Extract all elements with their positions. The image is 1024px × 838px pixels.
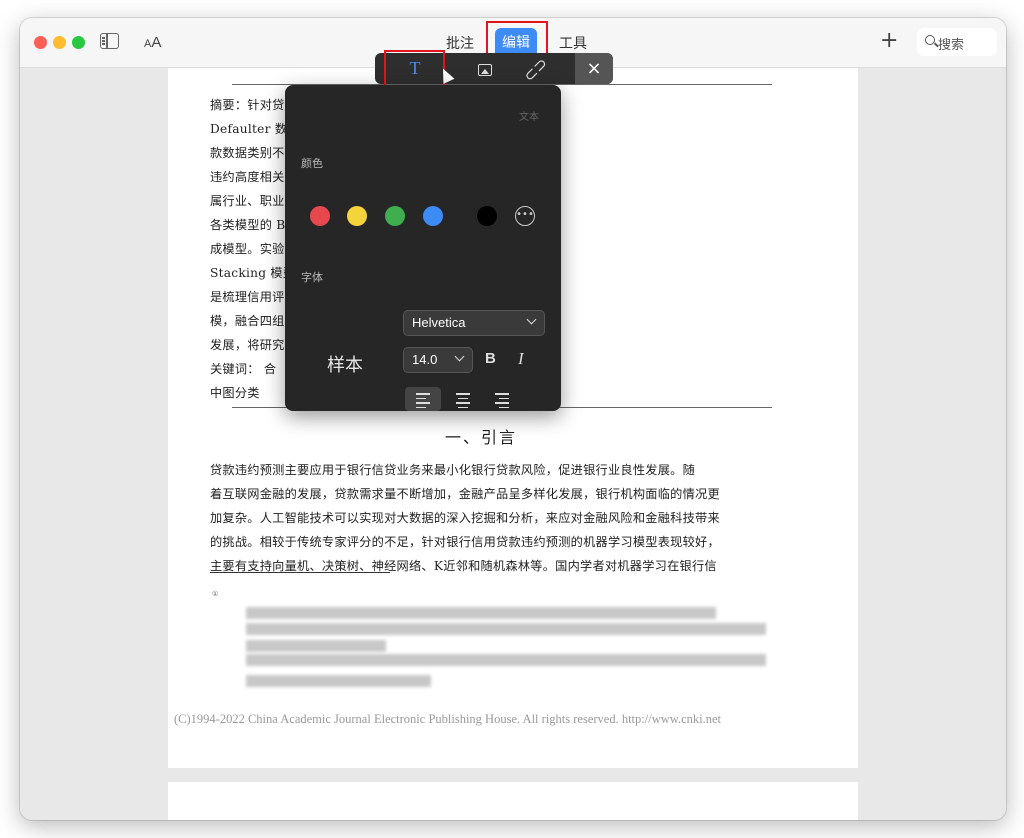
font-family-select[interactable]: Helvetica <box>403 310 545 336</box>
search-icon <box>925 35 935 45</box>
add-icon[interactable]: + <box>880 30 898 52</box>
intro-paragraph: 贷款违约预测主要应用于银行信贷业务来最小化银行贷款风险，促进银行业良性发展。随 … <box>210 460 752 580</box>
italic-button[interactable]: I <box>518 349 524 369</box>
sidebar-toggle-icon[interactable] <box>100 33 119 49</box>
close-toolbar-button[interactable]: × <box>575 53 613 84</box>
text-size-large-glyph: A <box>151 34 162 51</box>
copyright-footer: (C)1994-2022 China Academic Journal Elec… <box>174 712 722 726</box>
footnote-rule <box>210 572 390 573</box>
align-right-button[interactable] <box>484 387 520 411</box>
insert-link-button[interactable]: ⊂⊃ <box>515 53 555 85</box>
color-swatch-blue[interactable] <box>423 206 443 226</box>
align-right-icon <box>495 393 509 411</box>
font-label: 字体 <box>301 271 323 284</box>
align-center-button[interactable] <box>445 387 481 411</box>
search-input[interactable]: 搜索 <box>917 28 997 56</box>
footnote-marker: ① <box>212 590 219 598</box>
text-format-panel: 文本 颜色 ••• 字体 Helvetica 样本 14.0 B I <box>285 85 561 411</box>
more-colors-icon[interactable]: ••• <box>515 206 535 226</box>
image-icon <box>478 63 492 76</box>
font-size-select[interactable]: 14.0 <box>403 347 473 373</box>
color-swatch-yellow[interactable] <box>347 206 367 226</box>
minimize-window-button[interactable] <box>53 36 66 49</box>
intro-line: 贷款违约预测主要应用于银行信贷业务来最小化银行贷款风险，促进银行业良性发展。随 <box>210 463 696 477</box>
chevron-down-icon <box>526 314 537 325</box>
text-tool-highlight-box <box>384 50 445 88</box>
section-heading: 一、引言 <box>445 428 518 447</box>
align-left-button[interactable] <box>405 387 441 411</box>
align-center-icon <box>456 393 470 411</box>
font-size-value: 14.0 <box>412 352 438 367</box>
panel-header: 文本 <box>519 112 539 123</box>
color-swatch-green[interactable] <box>385 206 405 226</box>
next-document-page[interactable] <box>168 782 858 820</box>
classification-line: 中图分类 <box>210 386 260 400</box>
font-sample: 样本 <box>327 355 363 376</box>
bold-button[interactable]: B <box>485 350 496 367</box>
color-label: 颜色 <box>301 157 323 170</box>
intro-line: 的挑战。相较于传统专家评分的不足，针对银行信用贷款违约预测的机器学习模型表现较好… <box>210 535 720 549</box>
text-size-icon[interactable]: AA <box>144 34 161 51</box>
align-left-icon <box>416 393 430 411</box>
close-window-button[interactable] <box>34 36 47 49</box>
color-swatch-red[interactable] <box>310 206 330 226</box>
link-icon: ⊂⊃ <box>518 53 552 86</box>
chevron-down-icon <box>454 351 465 362</box>
color-swatch-black[interactable] <box>477 206 497 226</box>
insert-image-button[interactable] <box>465 53 505 84</box>
intro-line: 加复杂。人工智能技术可以实现对大数据的深入挖掘和分析，来应对金融风险和金融科技带… <box>210 511 720 525</box>
search-placeholder: 搜索 <box>938 38 965 53</box>
intro-line: 着互联网金融的发展，贷款需求量不断增加，金融产品呈多样化发展，银行机构面临的情况… <box>210 487 720 501</box>
font-family-value: Helvetica <box>412 315 466 330</box>
zoom-window-button[interactable] <box>72 36 85 49</box>
keywords-line: 关键词： 合 <box>210 362 277 376</box>
